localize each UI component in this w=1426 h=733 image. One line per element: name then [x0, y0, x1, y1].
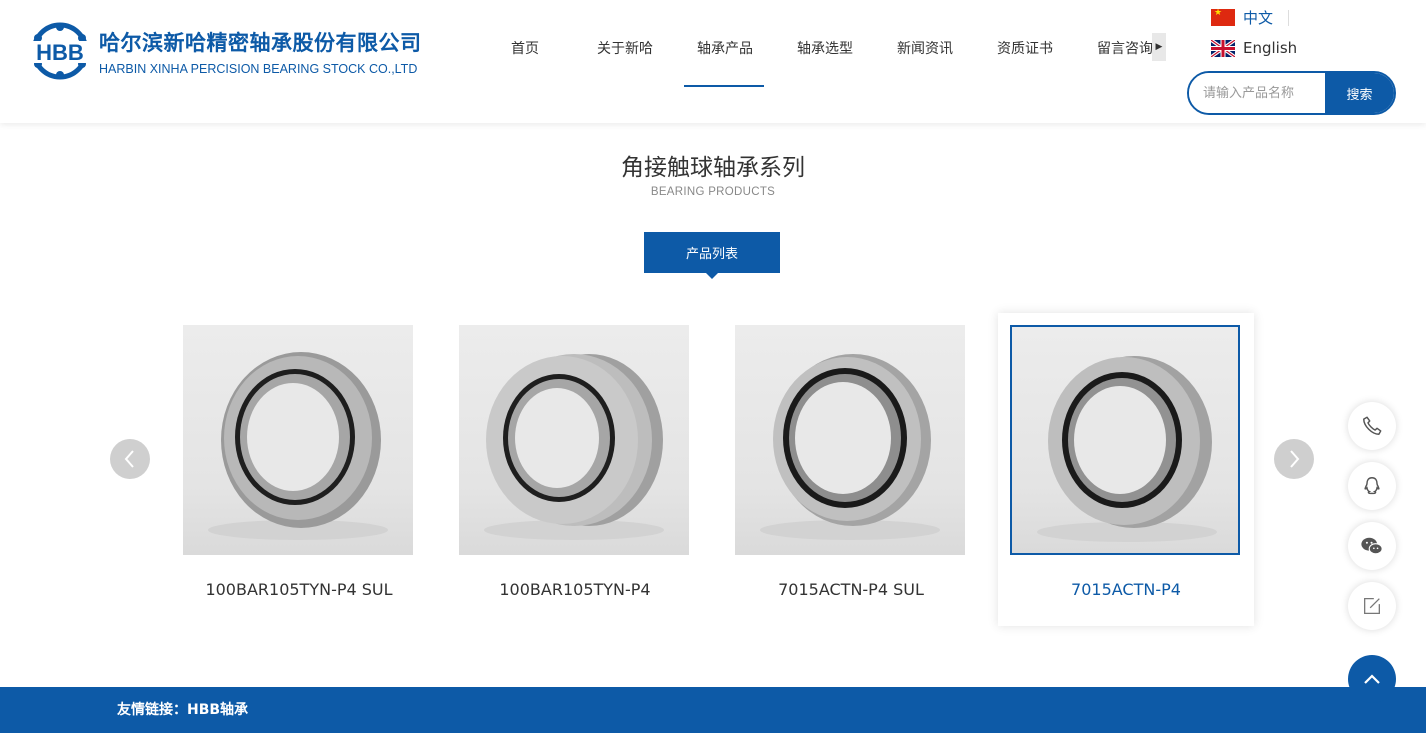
company-name-cn: 哈尔滨新哈精密轴承股份有限公司: [99, 31, 422, 55]
site-logo[interactable]: HBB 哈尔滨新哈精密轴承股份有限公司 HARBIN XINHA PERCISI…: [24, 22, 454, 82]
hbb-logo-icon: HBB: [24, 22, 96, 80]
friend-links: 友情链接：HBB轴承: [117, 699, 248, 719]
china-flag-icon: [1211, 8, 1235, 26]
product-card[interactable]: 100BAR105TYN-P4 SUL: [171, 313, 427, 626]
carousel-prev-button[interactable]: [110, 439, 150, 479]
product-image: [459, 325, 689, 555]
nav-certificates[interactable]: 资质证书: [975, 0, 1075, 95]
search-box: 搜索: [1187, 71, 1396, 115]
lang-english-label: English: [1243, 39, 1298, 57]
product-card[interactable]: 100BAR105TYN-P4: [447, 313, 703, 626]
product-image: [183, 325, 413, 555]
search-button[interactable]: 搜索: [1325, 73, 1394, 113]
lang-divider: [1288, 10, 1289, 26]
product-name: 100BAR105TYN-P4 SUL: [205, 580, 393, 599]
tab-product-list[interactable]: 产品列表: [644, 232, 780, 279]
bearing-image: [760, 354, 940, 540]
nav-home[interactable]: 首页: [475, 0, 575, 95]
caret-right-icon: ▶: [1155, 42, 1163, 52]
bearing-image: [208, 352, 388, 540]
chevron-right-icon: [1290, 450, 1300, 468]
nav-selection[interactable]: 轴承选型: [775, 0, 875, 95]
nav-news[interactable]: 新闻资讯: [875, 0, 975, 95]
site-footer: 友情链接：HBB轴承: [0, 687, 1426, 733]
product-card[interactable]: 7015ACTN-P4: [998, 313, 1254, 626]
chevron-up-icon: [1364, 674, 1380, 684]
float-wechat-button[interactable]: [1348, 522, 1396, 570]
float-feedback-button[interactable]: [1348, 582, 1396, 630]
uk-flag-icon: [1211, 39, 1235, 57]
nav-products[interactable]: 轴承产品: [675, 0, 775, 95]
product-card[interactable]: 7015ACTN-P4 SUL: [723, 313, 979, 626]
bearing-image: [484, 354, 664, 540]
company-name-en: HARBIN XINHA PERCISION BEARING STOCK CO.…: [99, 62, 418, 76]
edit-icon: [1364, 598, 1380, 614]
friend-link-hbb[interactable]: HBB轴承: [187, 702, 248, 718]
phone-icon: [1363, 416, 1382, 435]
back-to-top-button[interactable]: [1348, 655, 1396, 703]
main-nav: 首页 关于新哈 轴承产品 轴承选型 新闻资讯 资质证书 留言咨询: [475, 0, 1175, 95]
friend-links-label: 友情链接：: [117, 702, 187, 718]
float-qq-button[interactable]: [1348, 462, 1396, 510]
search-input[interactable]: [1189, 73, 1325, 113]
logo-letters: HBB: [36, 40, 84, 65]
lang-english[interactable]: English: [1211, 37, 1321, 59]
carousel-next-button[interactable]: [1274, 439, 1314, 479]
nav-more-button[interactable]: ▶: [1152, 33, 1166, 61]
float-phone-button[interactable]: [1348, 402, 1396, 450]
product-name: 7015ACTN-P4: [1071, 580, 1181, 599]
product-name: 7015ACTN-P4 SUL: [778, 580, 924, 599]
product-image: [735, 325, 965, 555]
section-subtitle: BEARING PRODUCTS: [650, 186, 776, 198]
qq-icon: [1364, 477, 1380, 495]
lang-chinese[interactable]: 中文: [1211, 6, 1321, 28]
site-header: HBB 哈尔滨新哈精密轴承股份有限公司 HARBIN XINHA PERCISI…: [0, 0, 1426, 123]
product-image: [1010, 325, 1240, 555]
chevron-left-icon: [124, 450, 134, 468]
lang-chinese-label: 中文: [1243, 8, 1274, 27]
nav-about[interactable]: 关于新哈: [575, 0, 675, 95]
wechat-icon: [1361, 537, 1383, 555]
product-name: 100BAR105TYN-P4: [499, 580, 651, 599]
bearing-image: [1037, 356, 1217, 542]
section-title: 角接触球轴承系列: [621, 155, 805, 181]
